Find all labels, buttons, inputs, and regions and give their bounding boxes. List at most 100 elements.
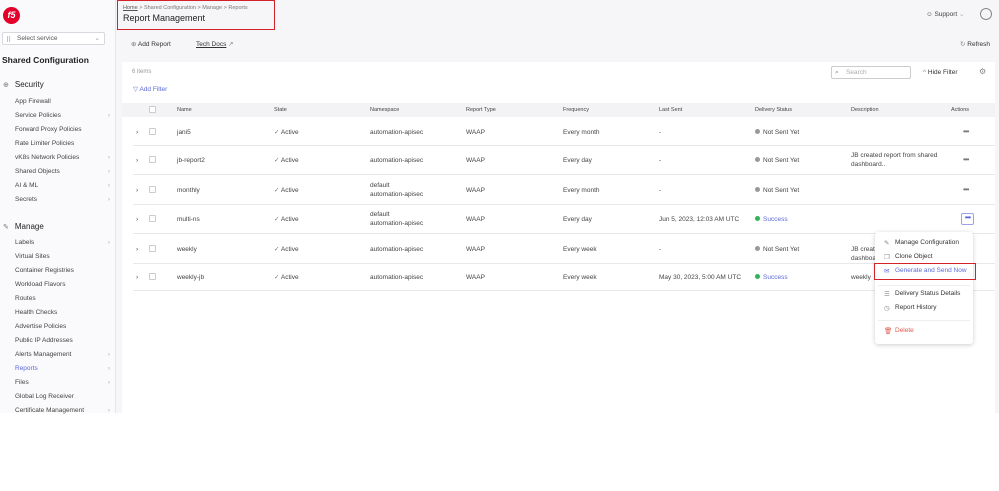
sidebar-item[interactable]: Forward Proxy Policies	[15, 126, 110, 133]
shield-icon: ⊕	[3, 81, 9, 89]
breadcrumb-home[interactable]: Home	[123, 5, 138, 11]
search-icon: ⌕	[835, 69, 839, 76]
app: f5 ⠿ Select service ⌄ Shared Configuration…	[0, 0, 999, 414]
row-checkbox[interactable]	[149, 156, 156, 163]
breadcrumb-reports: Reports	[228, 5, 248, 11]
hide-filter-button[interactable]: ^ Hide Filter	[923, 69, 958, 76]
tech-docs-link[interactable]: Tech Docs ↗	[196, 40, 234, 48]
last-sent: -	[659, 157, 662, 164]
menu-item-clone-object[interactable]: ❐ Clone Object	[884, 253, 933, 261]
expand-row-icon[interactable]: ›	[136, 245, 138, 254]
select-all-checkbox[interactable]	[149, 106, 156, 113]
column-header: Description	[851, 107, 879, 113]
row-actions-button[interactable]: •••	[963, 127, 969, 136]
row-checkbox[interactable]	[149, 273, 156, 280]
menu-item-delete[interactable]: 🗑 Delete	[884, 327, 914, 335]
sidebar-item[interactable]: vK8s Network Policies ›	[15, 154, 110, 161]
report-name: jb-report2	[177, 157, 205, 164]
chevron-right-icon: ›	[107, 407, 110, 414]
sidebar-item[interactable]: Container Registries	[15, 267, 110, 274]
menu-divider	[878, 320, 970, 321]
delivery-status: Not Sent Yet	[755, 128, 799, 137]
expand-row-icon[interactable]: ›	[136, 156, 138, 165]
chevron-right-icon: ›	[107, 365, 110, 372]
column-header: Actions	[951, 107, 970, 113]
description: JB created report from shared dashboard.…	[851, 152, 938, 168]
row-actions-button[interactable]: •••	[963, 185, 969, 194]
row-actions-button[interactable]: •••	[963, 155, 969, 164]
sidebar-item[interactable]: Rate Limiter Policies	[15, 140, 110, 147]
sidebar-item[interactable]: Alerts Management ›	[15, 351, 110, 358]
sidebar-item[interactable]: Reports ›	[15, 365, 110, 372]
highlight-box-generate	[874, 263, 976, 280]
sidebar-item[interactable]: Health Checks	[15, 309, 110, 316]
section-manage[interactable]: ✎ Manage	[3, 222, 44, 231]
last-sent: May 30, 2023, 5:00 AM UTC	[659, 274, 742, 281]
expand-row-icon[interactable]: ›	[136, 273, 138, 282]
row-checkbox[interactable]	[149, 128, 156, 135]
expand-row-icon[interactable]: ›	[136, 215, 138, 224]
menu-item-report-history[interactable]: ◷ Report History	[884, 304, 937, 312]
row-actions-button[interactable]: •••	[961, 213, 974, 225]
status-dot	[755, 187, 760, 192]
report-type: WAAP	[466, 187, 485, 194]
sidebar-item[interactable]: Public IP Addresses	[15, 337, 110, 344]
refresh-button[interactable]: ↻ Refresh	[960, 40, 990, 48]
namespace: automation-apisec	[370, 129, 424, 136]
sidebar-item[interactable]: Files ›	[15, 379, 110, 386]
frequency: Every week	[563, 246, 597, 253]
column-header: Namespace	[370, 107, 400, 113]
support-menu[interactable]: ☺ Support ⌄	[926, 10, 965, 18]
f5-logo[interactable]: f5	[3, 7, 20, 24]
sidebar-item[interactable]: App Firewall	[15, 98, 110, 105]
filter-icon: ▽	[133, 86, 138, 93]
sidebar-item[interactable]: Advertise Policies	[15, 323, 110, 330]
user-avatar[interactable]	[980, 8, 992, 20]
menu-item-delivery-status-details[interactable]: ☰ Delivery Status Details	[884, 290, 960, 298]
column-header: Report Type	[466, 107, 496, 113]
menu-divider	[878, 285, 970, 286]
state: ✓ Active	[274, 246, 299, 253]
expand-row-icon[interactable]: ›	[136, 128, 138, 137]
report-type: WAAP	[466, 216, 485, 223]
sidebar-item[interactable]: AI & ML ›	[15, 182, 110, 189]
sidebar-item[interactable]: Secrets ›	[15, 196, 110, 203]
add-filter-button[interactable]: ▽ Add Filter	[133, 85, 167, 93]
sidebar-item[interactable]: Virtual Sites	[15, 253, 110, 260]
frequency: Every month	[563, 129, 600, 136]
menu-item-manage-configuration[interactable]: ✎ Manage Configuration	[884, 239, 959, 247]
gear-icon[interactable]: ⚙	[979, 67, 986, 76]
frequency: Every week	[563, 274, 597, 281]
expand-row-icon[interactable]: ›	[136, 186, 138, 195]
delivery-status: Success	[755, 273, 788, 282]
plus-circle-icon: ⊕	[131, 41, 137, 48]
state: ✓ Active	[274, 157, 299, 164]
sidebar-item[interactable]: Workload Flavors	[15, 281, 110, 288]
chevron-up-icon: ^	[923, 69, 927, 76]
status-dot	[755, 216, 760, 221]
breadcrumb-manage[interactable]: Manage	[202, 5, 222, 11]
chevron-down-icon: ⌄	[94, 35, 100, 42]
row-checkbox[interactable]	[149, 215, 156, 222]
row-checkbox[interactable]	[149, 186, 156, 193]
section-security[interactable]: ⊕ Security	[3, 80, 44, 89]
breadcrumb-shared-config[interactable]: Shared Configuration	[144, 5, 196, 11]
last-sent: -	[659, 246, 662, 253]
chevron-right-icon: ›	[107, 154, 110, 161]
sidebar-item[interactable]: Shared Objects ›	[15, 168, 110, 175]
state: ✓ Active	[274, 274, 299, 281]
search-input[interactable]: ⌕ Search	[831, 66, 911, 79]
sidebar-item[interactable]: Routes	[15, 295, 110, 302]
select-service-dropdown[interactable]: ⠿ Select service ⌄	[2, 32, 105, 45]
add-report-button[interactable]: ⊕ Add Report	[131, 40, 171, 48]
report-type: WAAP	[466, 129, 485, 136]
workspace-title: Shared Configuration	[2, 55, 89, 65]
status-dot	[755, 157, 760, 162]
clone-icon: ❐	[884, 254, 890, 261]
report-type: WAAP	[466, 274, 485, 281]
sidebar-item[interactable]: Labels ›	[15, 239, 110, 246]
row-checkbox[interactable]	[149, 245, 156, 252]
sidebar-item[interactable]: Certificate Management ›	[15, 407, 110, 414]
sidebar-item[interactable]: Global Log Receiver	[15, 393, 110, 400]
sidebar-item[interactable]: Service Policies ›	[15, 112, 110, 119]
